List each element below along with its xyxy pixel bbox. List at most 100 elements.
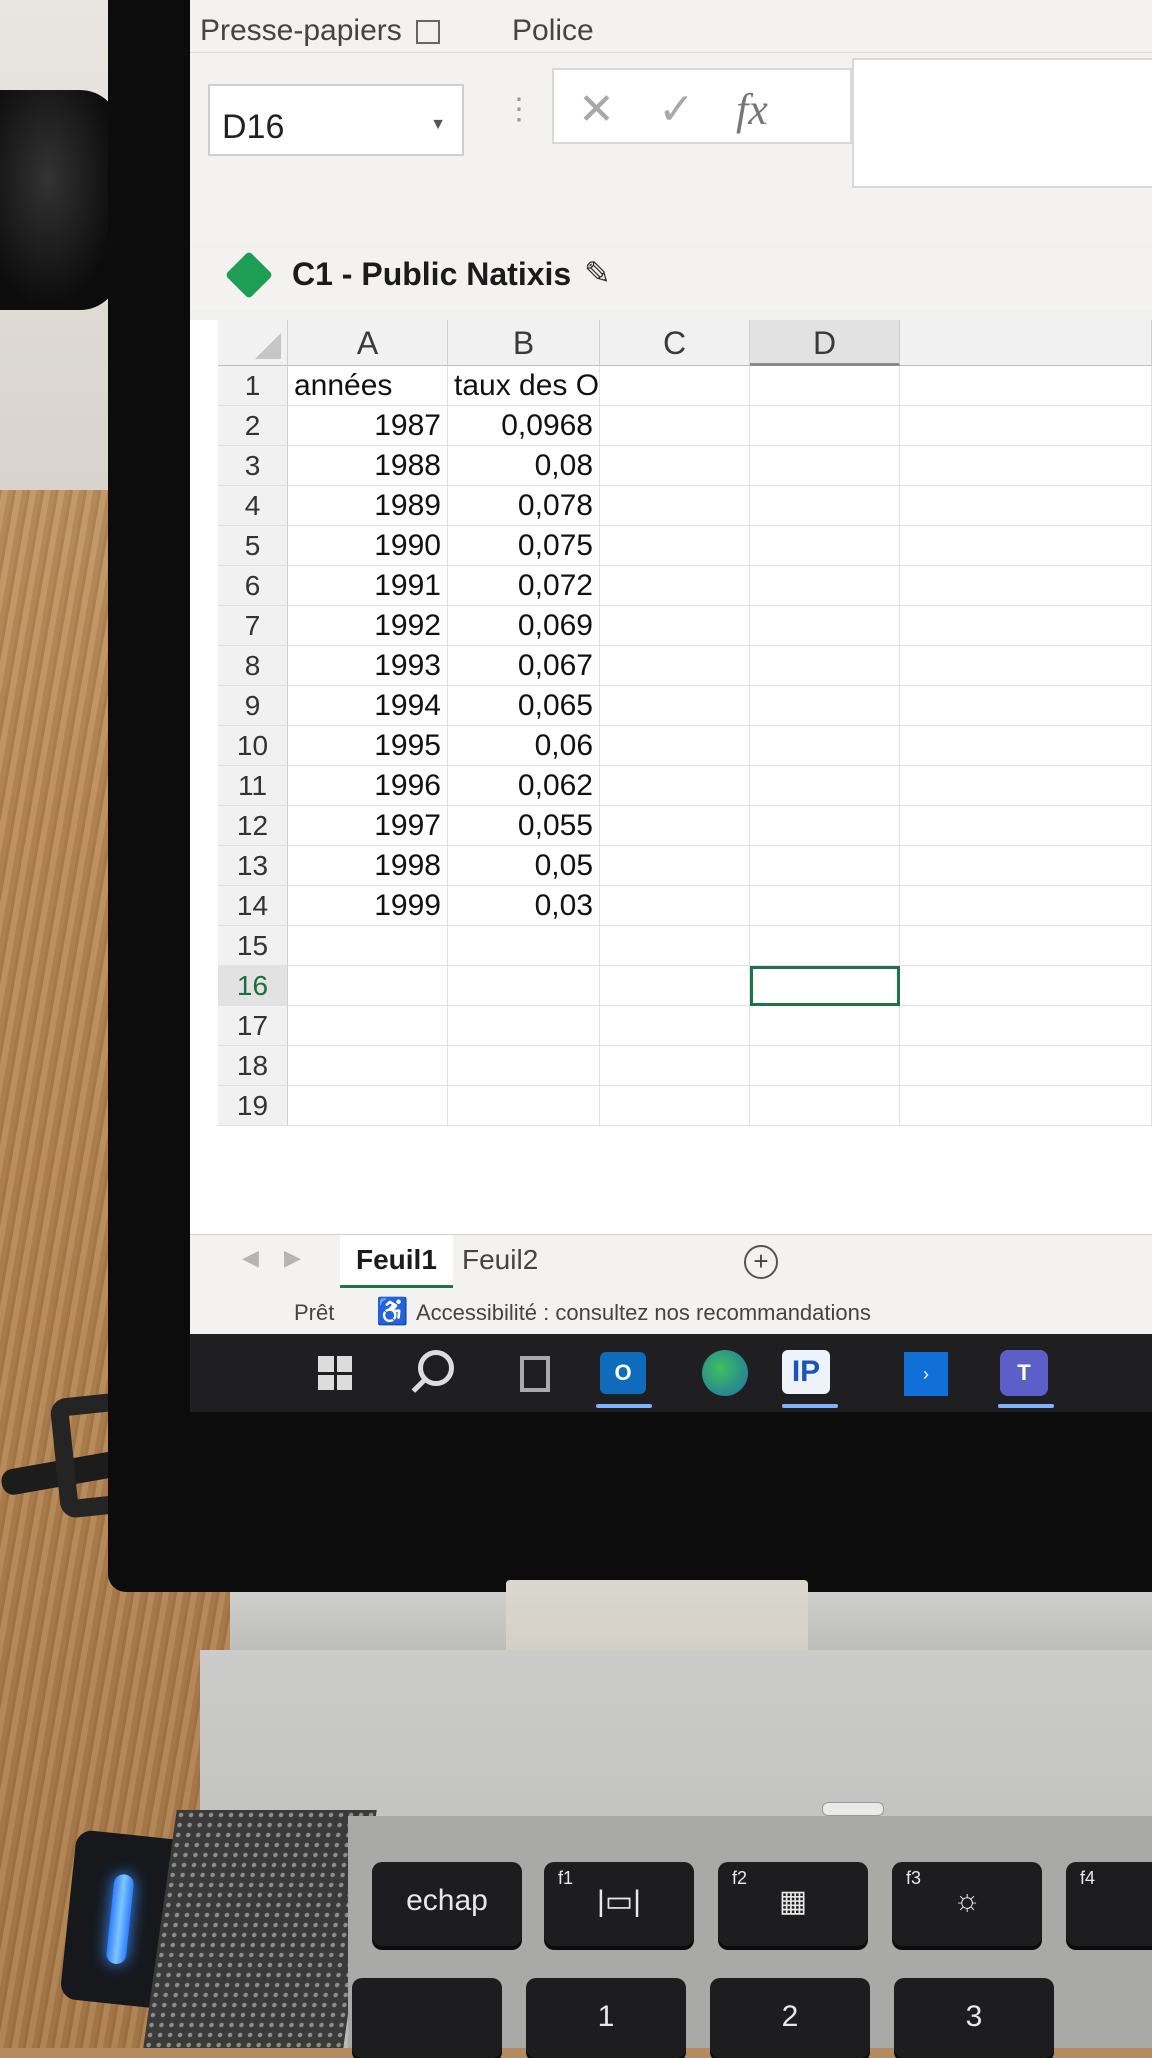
table-cell[interactable] xyxy=(600,806,750,846)
table-cell[interactable] xyxy=(750,1006,900,1046)
column-header-a[interactable]: A xyxy=(288,320,448,366)
table-cell[interactable] xyxy=(750,1086,900,1126)
table-cell[interactable] xyxy=(900,1006,1152,1046)
sensitivity-label[interactable]: C1 - Public Natixis xyxy=(292,256,571,293)
edit-pencil-icon[interactable]: ✎ xyxy=(584,254,611,292)
table-cell[interactable]: 0,05 xyxy=(448,846,600,886)
table-cell[interactable] xyxy=(900,686,1152,726)
table-cell[interactable] xyxy=(600,646,750,686)
column-header-c[interactable]: C xyxy=(600,320,750,366)
table-cell[interactable]: 1987 xyxy=(288,406,448,446)
row-header[interactable]: 15 xyxy=(218,926,288,966)
table-cell[interactable] xyxy=(750,566,900,606)
table-cell[interactable]: 0,069 xyxy=(448,606,600,646)
table-cell[interactable] xyxy=(448,926,600,966)
table-cell[interactable] xyxy=(750,686,900,726)
table-cell[interactable] xyxy=(600,366,750,406)
column-header-d[interactable]: D xyxy=(750,320,900,366)
table-cell[interactable] xyxy=(288,1006,448,1046)
table-cell[interactable] xyxy=(900,646,1152,686)
table-cell[interactable] xyxy=(600,766,750,806)
table-cell[interactable]: 1997 xyxy=(288,806,448,846)
table-cell[interactable] xyxy=(900,366,1152,406)
table-cell[interactable] xyxy=(750,526,900,566)
key-f1[interactable]: f1 |▭| xyxy=(544,1862,694,1946)
row-header[interactable]: 1 xyxy=(218,366,288,406)
table-cell[interactable] xyxy=(600,566,750,606)
chevron-down-icon[interactable]: ▼ xyxy=(430,116,446,134)
key-f2[interactable]: f2 ▦ xyxy=(718,1862,868,1946)
key-backtick[interactable] xyxy=(352,1978,502,2058)
table-cell[interactable] xyxy=(600,966,750,1006)
table-cell[interactable]: 0,075 xyxy=(448,526,600,566)
column-header-b[interactable]: B xyxy=(448,320,600,366)
table-cell[interactable] xyxy=(750,926,900,966)
key-3[interactable]: 3 xyxy=(894,1978,1054,2058)
table-cell[interactable] xyxy=(750,726,900,766)
accessibility-status[interactable]: Accessibilité : consultez nos recommanda… xyxy=(416,1300,871,1326)
table-cell[interactable] xyxy=(900,566,1152,606)
outlook-icon[interactable]: O xyxy=(600,1352,646,1394)
table-cell[interactable]: 1992 xyxy=(288,606,448,646)
table-cell[interactable] xyxy=(750,406,900,446)
row-header[interactable]: 13 xyxy=(218,846,288,886)
table-cell[interactable]: 1999 xyxy=(288,886,448,926)
table-cell[interactable] xyxy=(600,1046,750,1086)
row-header[interactable]: 16 xyxy=(218,966,288,1006)
row-header[interactable]: 2 xyxy=(218,406,288,446)
blue-app-icon[interactable]: › xyxy=(904,1352,948,1396)
table-cell[interactable]: 1996 xyxy=(288,766,448,806)
table-cell[interactable] xyxy=(600,486,750,526)
table-cell[interactable]: 0,0968 xyxy=(448,406,600,446)
table-cell[interactable] xyxy=(900,926,1152,966)
table-cell[interactable] xyxy=(600,886,750,926)
tab-feuil2[interactable]: Feuil2 xyxy=(446,1235,554,1285)
more-options-icon[interactable]: ⋮ xyxy=(504,92,534,127)
table-cell[interactable]: taux des OAT xyxy=(448,366,600,406)
table-cell[interactable] xyxy=(750,766,900,806)
table-cell[interactable] xyxy=(448,1086,600,1126)
row-header[interactable]: 4 xyxy=(218,486,288,526)
table-cell[interactable]: 1995 xyxy=(288,726,448,766)
key-f3[interactable]: f3 ☼ xyxy=(892,1862,1042,1946)
table-cell[interactable] xyxy=(900,526,1152,566)
add-sheet-icon[interactable]: + xyxy=(744,1245,778,1279)
windows-start-icon[interactable] xyxy=(318,1356,352,1390)
tab-scroll-right-icon[interactable]: ▶ xyxy=(284,1245,301,1271)
table-cell[interactable] xyxy=(288,1086,448,1126)
table-cell[interactable]: 1988 xyxy=(288,446,448,486)
table-cell[interactable] xyxy=(900,886,1152,926)
key-2[interactable]: 2 xyxy=(710,1978,870,2058)
table-cell[interactable] xyxy=(600,926,750,966)
formula-bar-input[interactable] xyxy=(852,58,1152,188)
table-cell[interactable] xyxy=(750,366,900,406)
row-header[interactable]: 17 xyxy=(218,1006,288,1046)
teams-icon[interactable]: T xyxy=(1000,1350,1048,1396)
cancel-icon[interactable]: ✕ xyxy=(578,84,615,135)
row-header[interactable]: 12 xyxy=(218,806,288,846)
table-cell[interactable]: 1998 xyxy=(288,846,448,886)
table-cell[interactable] xyxy=(600,526,750,566)
tab-scroll-left-icon[interactable]: ◀ xyxy=(242,1245,259,1271)
select-all-corner[interactable] xyxy=(218,320,288,366)
table-cell[interactable]: années xyxy=(288,366,448,406)
row-header[interactable]: 14 xyxy=(218,886,288,926)
key-esc[interactable]: echap xyxy=(372,1862,522,1946)
key-f4[interactable]: f4 xyxy=(1066,1862,1152,1946)
table-cell[interactable] xyxy=(900,606,1152,646)
table-cell[interactable] xyxy=(900,726,1152,766)
active-cell[interactable] xyxy=(750,966,900,1006)
table-cell[interactable] xyxy=(750,886,900,926)
row-header[interactable]: 10 xyxy=(218,726,288,766)
table-cell[interactable]: 0,078 xyxy=(448,486,600,526)
table-cell[interactable] xyxy=(750,646,900,686)
table-cell[interactable] xyxy=(750,846,900,886)
table-cell[interactable] xyxy=(600,1006,750,1046)
table-cell[interactable] xyxy=(448,1006,600,1046)
row-header[interactable]: 19 xyxy=(218,1086,288,1126)
globe-app-icon[interactable] xyxy=(702,1350,748,1396)
table-cell[interactable] xyxy=(750,486,900,526)
row-header[interactable]: 8 xyxy=(218,646,288,686)
table-cell[interactable] xyxy=(600,686,750,726)
table-cell[interactable]: 0,08 xyxy=(448,446,600,486)
